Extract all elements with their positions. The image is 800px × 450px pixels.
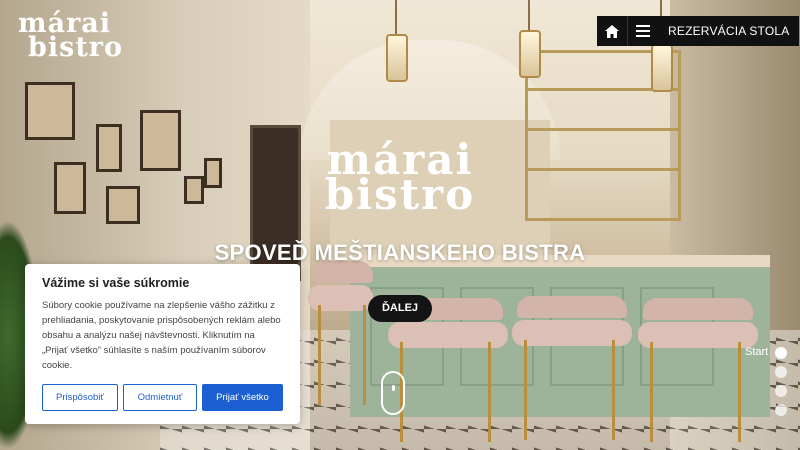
- reject-button[interactable]: Odmietnuť: [123, 384, 197, 411]
- hero-logo-bottom: bistro: [324, 170, 476, 219]
- hamburger-menu-button[interactable]: [628, 16, 658, 46]
- wall-picture: [184, 176, 204, 204]
- slider-dot-2[interactable]: [775, 366, 787, 378]
- wall-picture: [204, 158, 222, 188]
- wall-picture: [54, 162, 86, 214]
- reservation-button[interactable]: REZERVÁCIA STOLA: [658, 16, 800, 46]
- slider-dot-4[interactable]: [775, 404, 787, 416]
- next-button[interactable]: ĎALEJ: [368, 295, 432, 322]
- wall-picture: [96, 124, 122, 172]
- slider-dot-3[interactable]: [775, 385, 787, 397]
- home-button[interactable]: [597, 16, 628, 46]
- pendant-lamp: [519, 30, 541, 78]
- scroll-down-indicator[interactable]: [381, 371, 405, 415]
- cookie-title: Vážime si vaše súkromie: [42, 276, 190, 290]
- site-logo[interactable]: márai bistro: [18, 8, 138, 63]
- cookie-banner: Vážime si vaše súkromie Súbory cookie po…: [25, 264, 300, 424]
- customize-button[interactable]: Prispôsobiť: [42, 384, 118, 411]
- hamburger-menu-icon: [636, 25, 650, 27]
- top-navigation: REZERVÁCIA STOLA: [597, 16, 800, 46]
- slider-label: Start: [745, 346, 769, 358]
- wall-picture: [140, 110, 181, 171]
- pendant-lamp: [651, 44, 673, 92]
- hero-logo: márai bistro: [300, 135, 500, 219]
- wall-picture: [25, 82, 75, 140]
- wall-picture: [106, 186, 140, 224]
- hero-headline: SPOVEĎ MEŠTIANSKEHO BISTRA: [214, 240, 586, 265]
- pendant-lamp: [386, 34, 408, 82]
- mouse-scroll-icon: [392, 385, 395, 391]
- slider-dot-1[interactable]: [775, 347, 787, 359]
- home-icon: [605, 24, 619, 38]
- slider-navigation: Start: [745, 346, 793, 426]
- logo-text-bottom: bistro: [28, 32, 124, 63]
- cookie-text: Súbory cookie používame na zlepšenie váš…: [42, 300, 281, 371]
- accept-all-button[interactable]: Prijať všetko: [202, 384, 283, 411]
